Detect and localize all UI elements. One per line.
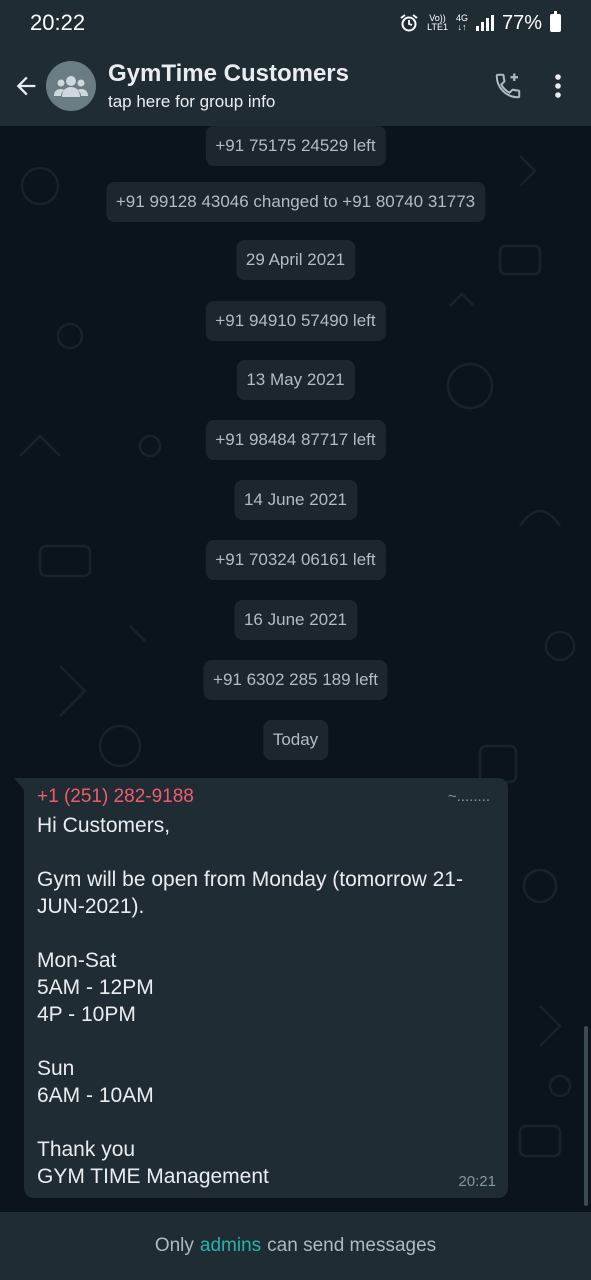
back-button[interactable] bbox=[6, 66, 46, 106]
message-sender[interactable]: +1 (251) 282-9188 bbox=[37, 786, 495, 808]
volte-indicator: Vo)) LTE1 bbox=[427, 13, 448, 32]
system-message: +91 94910 57490 left bbox=[205, 301, 386, 341]
message-push-name: ~........ bbox=[447, 788, 490, 805]
back-arrow-icon bbox=[16, 76, 36, 96]
signal-icon bbox=[475, 15, 494, 31]
system-message: +91 6302 285 189 left bbox=[203, 660, 388, 700]
battery-icon bbox=[550, 11, 561, 32]
system-message: +91 70324 06161 left bbox=[205, 540, 386, 580]
more-vert-icon bbox=[555, 74, 561, 98]
group-title: GymTime Customers bbox=[108, 60, 349, 87]
add-call-icon bbox=[495, 73, 521, 99]
footer-suffix: can send messages bbox=[267, 1235, 437, 1256]
message-time: 20:21 bbox=[458, 1173, 496, 1190]
add-call-button[interactable] bbox=[483, 61, 533, 111]
date-divider: 13 May 2021 bbox=[236, 360, 355, 400]
system-message: +91 99128 43046 changed to +91 80740 317… bbox=[105, 182, 486, 222]
date-divider: 29 April 2021 bbox=[235, 240, 356, 280]
chat-area[interactable]: +91 75175 24529 left +91 99128 43046 cha… bbox=[0, 126, 591, 1212]
battery-percent: 77% bbox=[501, 11, 542, 34]
message-text: Hi Customers, Gym will be open from Mond… bbox=[37, 814, 463, 1188]
date-divider: 14 June 2021 bbox=[233, 480, 358, 520]
footer-prefix: Only bbox=[154, 1235, 194, 1256]
status-icons: Vo)) LTE1 4G ↓↑ 77% bbox=[399, 11, 561, 35]
status-bar: 20:22 Vo)) LTE1 4G ↓↑ 77% bbox=[0, 0, 591, 46]
status-time: 20:22 bbox=[30, 10, 86, 35]
more-options-button[interactable] bbox=[533, 61, 583, 111]
system-message: +91 75175 24529 left bbox=[205, 126, 386, 166]
admins-link[interactable]: admins bbox=[200, 1235, 261, 1257]
message-bubble[interactable]: +1 (251) 282-9188 ~........ Hi Customers… bbox=[14, 778, 508, 1198]
system-message: +91 98484 87717 left bbox=[205, 420, 386, 460]
alarm-icon bbox=[400, 14, 418, 32]
scrollbar[interactable] bbox=[584, 1026, 588, 1206]
group-subtitle: tap here for group info bbox=[108, 92, 276, 111]
date-divider: Today bbox=[262, 720, 329, 760]
chat-header[interactable]: GymTime Customers tap here for group inf… bbox=[0, 46, 591, 126]
admins-only-footer: Only admins can send messages bbox=[0, 1212, 591, 1280]
network-type: 4G ↓↑ bbox=[455, 13, 468, 32]
group-avatar-icon bbox=[54, 76, 88, 97]
date-divider: 16 June 2021 bbox=[233, 600, 358, 640]
group-info[interactable]: GymTime Customers tap here for group inf… bbox=[108, 60, 483, 112]
group-avatar[interactable] bbox=[46, 61, 96, 111]
